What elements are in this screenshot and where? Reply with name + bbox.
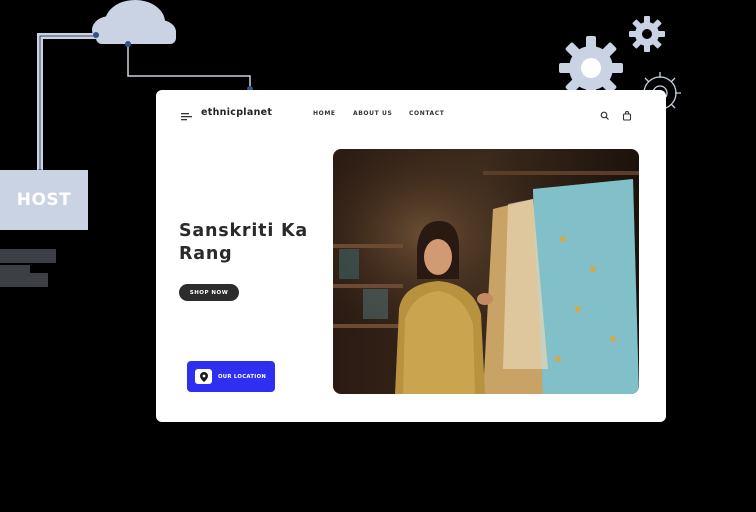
- brand-logo[interactable]: ethnicplanet: [201, 107, 272, 118]
- our-location-label: OUR LOCATION: [218, 373, 267, 380]
- shop-now-label: SHOP NOW: [189, 289, 229, 296]
- search-icon[interactable]: [600, 111, 610, 121]
- bag-icon[interactable]: [622, 111, 632, 121]
- hero-headline: Sanskriti Ka Rang: [179, 221, 308, 264]
- connector-card: [127, 44, 251, 90]
- gear-icon: [629, 16, 665, 52]
- nav-link-home[interactable]: HOME: [313, 110, 336, 117]
- nav-link-about[interactable]: ABOUT US: [353, 110, 392, 117]
- host-label: HOST: [16, 190, 72, 210]
- menu-icon[interactable]: [181, 111, 193, 121]
- our-location-button[interactable]: OUR LOCATION: [187, 361, 275, 392]
- location-pin-icon: [195, 369, 212, 384]
- site-navbar: ethnicplanet HOME ABOUT US CONTACT: [156, 90, 666, 138]
- cloud-icon: [92, 0, 176, 44]
- shop-now-button[interactable]: SHOP NOW: [179, 284, 239, 301]
- website-preview-card: ethnicplanet HOME ABOUT US CONTACT Sansk…: [156, 90, 666, 422]
- connector-host: [37, 33, 96, 172]
- hero-image: [333, 149, 639, 394]
- host-box: HOST: [0, 170, 88, 230]
- nav-link-contact[interactable]: CONTACT: [409, 110, 445, 117]
- host-detail-line: [0, 273, 48, 287]
- host-detail-line: [0, 249, 56, 263]
